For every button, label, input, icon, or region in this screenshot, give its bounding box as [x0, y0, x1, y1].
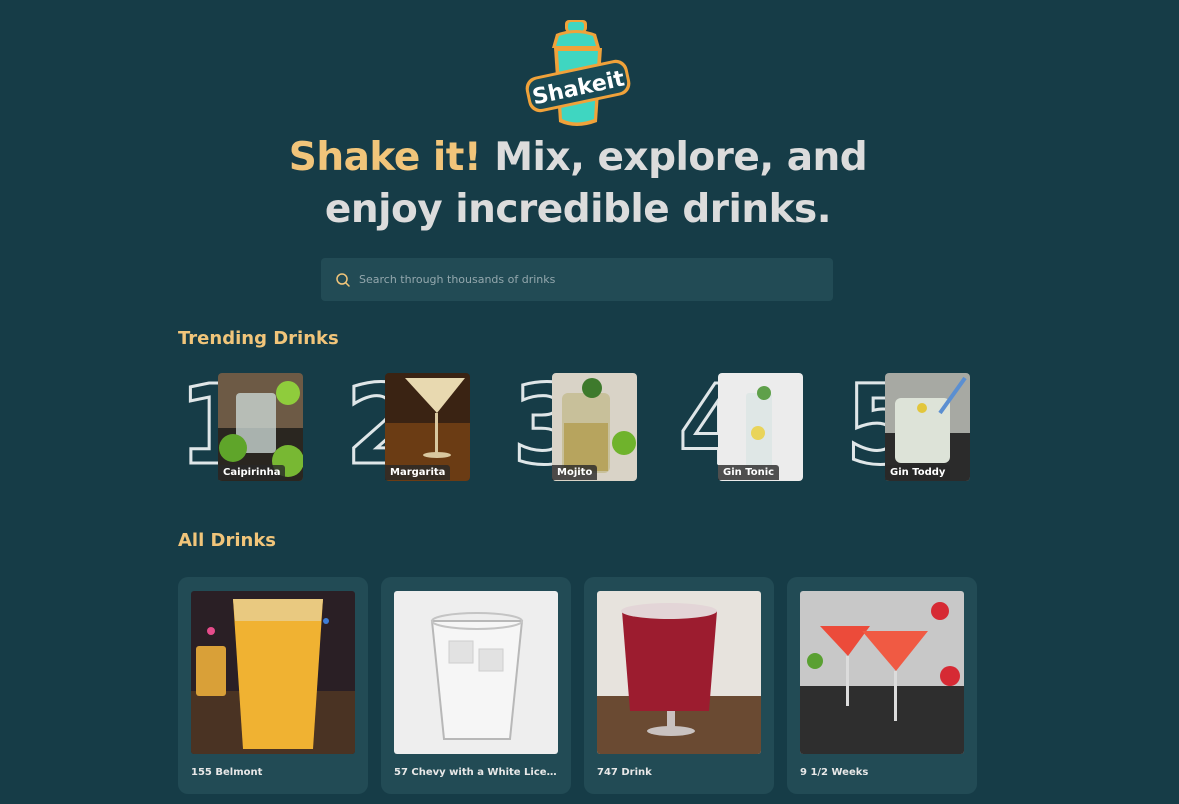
drink-name: 155 Belmont [191, 767, 263, 778]
trending-item-margarita[interactable]: 2 Margarita [344, 369, 470, 482]
drink-name: 747 Drink [597, 767, 652, 778]
all-drinks-title: All Drinks [178, 530, 277, 551]
page: Shakeit Shake it! Mix, explore, and enjo… [0, 0, 1179, 804]
trending-item-gin-tonic[interactable]: 4 Gin Tonic [677, 369, 803, 482]
drink-image [191, 591, 355, 754]
search-bar[interactable] [321, 258, 833, 301]
drink-name: 9 1/2 Weeks [800, 767, 869, 778]
search-icon [336, 272, 350, 287]
drink-name: 57 Chevy with a White License Plate [394, 767, 558, 778]
trending-item-caipirinha[interactable]: 1 Caipirinha [177, 369, 303, 482]
shakeit-logo[interactable]: Shakeit [523, 18, 633, 130]
hero-headline: Shake it! Mix, explore, and enjoy incred… [0, 132, 1156, 236]
drink-card[interactable]: 57 Chevy with a White License Plate [381, 577, 571, 794]
trending-label: Margarita [385, 465, 451, 480]
trending-title: Trending Drinks [178, 328, 339, 349]
trending-label: Gin Tonic [718, 465, 780, 480]
drink-image [597, 591, 761, 754]
drink-image [800, 591, 964, 754]
search-input[interactable] [359, 273, 819, 286]
trending-label: Mojito [552, 465, 598, 480]
drink-card[interactable]: 9 1/2 Weeks [787, 577, 977, 794]
trending-item-gin-toddy[interactable]: 5 Gin Toddy [844, 369, 970, 482]
hero-line1: Mix, explore, and [481, 135, 868, 180]
drink-image [394, 591, 558, 754]
hero-line2: enjoy incredible drinks. [324, 187, 832, 232]
drink-card[interactable]: 747 Drink [584, 577, 774, 794]
trending-item-mojito[interactable]: 3 Mojito [511, 369, 637, 482]
hero-accent: Shake it! [288, 135, 482, 180]
drink-card[interactable]: 155 Belmont [178, 577, 368, 794]
trending-label: Gin Toddy [885, 465, 951, 480]
trending-label: Caipirinha [218, 465, 286, 480]
